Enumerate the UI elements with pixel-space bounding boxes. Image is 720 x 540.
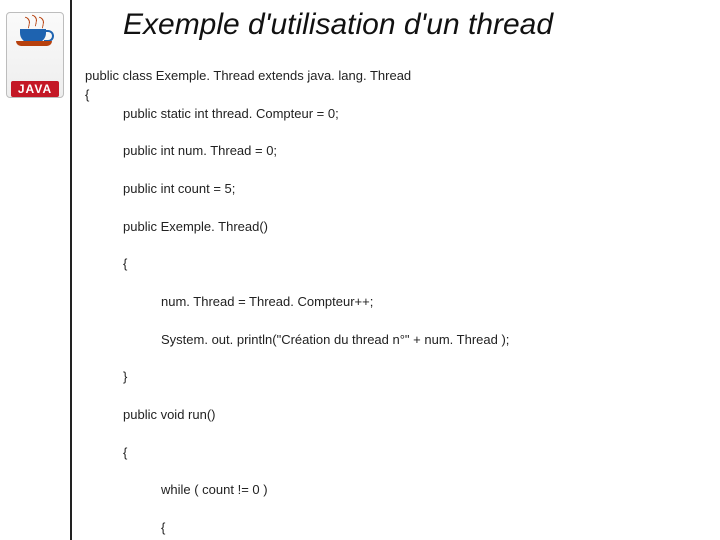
code-line: public int num. Thread = 0; <box>85 142 715 161</box>
code-line: } <box>85 368 715 387</box>
code-line: num. Thread = Thread. Compteur++; <box>85 293 715 312</box>
code-line: while ( count != 0 ) <box>85 481 715 500</box>
code-line: public Exemple. Thread() <box>85 218 715 237</box>
code-line: { <box>85 519 715 538</box>
slide-content: Exemple d'utilisation d'un thread public… <box>75 0 715 540</box>
sidebar: JAVA <box>0 0 72 540</box>
code-line: public static int thread. Compteur = 0; <box>85 105 715 124</box>
code-line: public void run() <box>85 406 715 425</box>
code-line: { <box>85 87 89 102</box>
code-line: System. out. println("Création du thread… <box>85 331 715 350</box>
java-logo: JAVA <box>6 12 64 98</box>
code-block: public class Exemple. Thread extends jav… <box>85 48 715 540</box>
code-line: { <box>85 255 715 274</box>
java-label: JAVA <box>11 81 59 97</box>
coffee-cup-icon <box>18 19 52 45</box>
code-line: { <box>85 444 715 463</box>
code-line: public int count = 5; <box>85 180 715 199</box>
page-title: Exemple d'utilisation d'un thread <box>123 8 715 42</box>
code-line: public class Exemple. Thread extends jav… <box>85 68 411 83</box>
